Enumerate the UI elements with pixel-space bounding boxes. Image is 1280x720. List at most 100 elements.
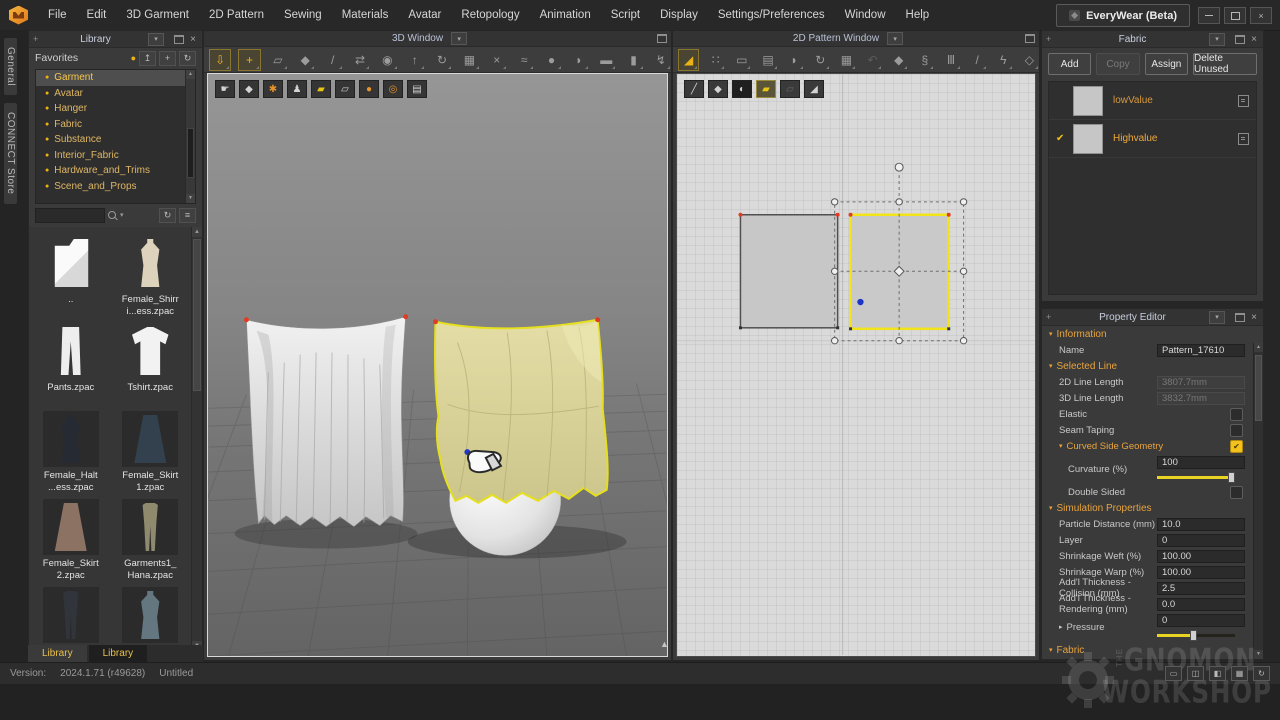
sewing-tool-icon[interactable]: × xyxy=(487,50,507,70)
curved-side-checkbox[interactable]: ✔ xyxy=(1230,440,1243,453)
library-item[interactable]: .. xyxy=(31,235,111,323)
library-search-input[interactable] xyxy=(35,208,105,223)
menu-item[interactable]: Window xyxy=(835,0,896,30)
menu-item[interactable]: Settings/Preferences xyxy=(708,0,835,30)
library-item[interactable]: Garments2 xyxy=(31,587,111,651)
3d-window-menu-icon[interactable]: ▾ xyxy=(451,32,467,45)
info-icon[interactable]: ◐ xyxy=(732,80,752,98)
menu-item[interactable]: Display xyxy=(650,0,708,30)
fabric-action-button[interactable]: Copy xyxy=(1096,53,1139,75)
library-item[interactable]: Pants.zpac xyxy=(31,323,111,411)
menu-item[interactable]: Avatar xyxy=(398,0,451,30)
favorites-item[interactable]: ● Fabric xyxy=(36,117,195,133)
zigzag-icon[interactable]: ϟ xyxy=(994,50,1013,70)
float-window-icon[interactable] xyxy=(1025,34,1035,43)
property-input[interactable]: 0.0 xyxy=(1157,598,1245,611)
2d-window-menu-icon[interactable]: ▾ xyxy=(887,32,903,45)
library-item[interactable]: Female_Skirt 2.zpac xyxy=(31,499,111,587)
property-input[interactable]: 2.5 xyxy=(1157,582,1245,595)
camera-icon[interactable]: ◉ xyxy=(377,50,397,70)
maximize-button[interactable] xyxy=(1224,7,1246,24)
custom-layout-icon[interactable]: ◧ xyxy=(1209,666,1226,681)
grid-icon[interactable]: ▦ xyxy=(837,50,856,70)
pleat-tool-icon[interactable]: ▮ xyxy=(623,50,643,70)
close-panel-icon[interactable]: × xyxy=(188,34,198,45)
menu-item[interactable]: 2D Pattern xyxy=(199,0,274,30)
property-input[interactable]: 0 xyxy=(1157,534,1245,547)
scale-icon[interactable]: ◢ xyxy=(804,80,824,98)
rotate-handle[interactable] xyxy=(895,163,903,171)
minimize-button[interactable] xyxy=(1198,7,1220,24)
avatar-display-icon[interactable]: ♟ xyxy=(287,80,307,98)
panel-menu-icon[interactable]: ▾ xyxy=(1209,33,1225,46)
unfold-icon[interactable]: ↶ xyxy=(863,50,882,70)
scale-display-icon[interactable]: ▤ xyxy=(407,80,427,98)
favorites-item[interactable]: ● Hanger xyxy=(36,101,195,117)
side-tab[interactable]: CONNECT Store xyxy=(4,103,17,203)
fabric-item[interactable]: ✔ Highvalue xyxy=(1049,120,1256,158)
search-icon[interactable] xyxy=(108,211,117,220)
menu-item[interactable]: Help xyxy=(896,0,940,30)
library-item[interactable]: Female_Halt ...ess.zpac xyxy=(31,411,111,499)
simulate-icon[interactable]: ⇩ xyxy=(209,49,231,71)
name-input[interactable]: Pattern_17610 xyxy=(1157,344,1245,357)
fabric-action-button[interactable]: Add xyxy=(1048,53,1091,75)
library-scrollbar[interactable]: ▲ ▼ xyxy=(191,227,202,651)
fabric-item[interactable]: ✔ lowValue xyxy=(1049,82,1256,120)
marquee-select-icon[interactable]: ▱ xyxy=(268,50,288,70)
shirt-icon[interactable]: ◇ xyxy=(1020,50,1039,70)
refresh-icon[interactable]: ↻ xyxy=(179,51,196,66)
gloves-icon[interactable]: ☛ xyxy=(215,80,235,98)
library-item[interactable]: Female_Shirr i...ess.zpac xyxy=(111,235,191,323)
needle-icon[interactable]: ╱ xyxy=(684,80,704,98)
world-display-icon[interactable]: ◎ xyxy=(383,80,403,98)
pleats-icon[interactable]: Ⅲ xyxy=(941,50,960,70)
pin-point[interactable] xyxy=(433,319,438,324)
arrangement-points-icon[interactable]: ▦ xyxy=(459,50,479,70)
scroll-up-icon[interactable]: ▲ xyxy=(186,70,195,79)
favorites-item[interactable]: ● Interior_Fabric xyxy=(36,148,195,164)
reload-library-icon[interactable]: ↻ xyxy=(159,208,176,223)
menu-item[interactable]: Animation xyxy=(530,0,601,30)
yellow-cloth-garment[interactable] xyxy=(433,317,608,503)
fabric-yellow-icon[interactable]: ▰ xyxy=(756,80,776,98)
close-panel-icon[interactable]: × xyxy=(1249,312,1259,323)
press-tool-icon[interactable]: ▬ xyxy=(596,50,616,70)
2d-pattern-scene[interactable] xyxy=(677,74,1035,656)
library-item[interactable]: Garments3 xyxy=(111,587,191,651)
dock-pin-icon[interactable]: + xyxy=(1046,312,1056,322)
reset-arrangement-icon[interactable]: ↻ xyxy=(432,50,452,70)
favorites-scrollbar[interactable]: ▲ ▼ xyxy=(185,70,195,203)
avatar-icon[interactable]: ◗ xyxy=(785,50,804,70)
garment-icon[interactable]: ◆ xyxy=(889,50,908,70)
split-view-icon[interactable]: ◫ xyxy=(1187,666,1204,681)
favorites-item[interactable]: ● Avatar xyxy=(36,86,195,102)
favorites-item[interactable]: ● Garment xyxy=(36,70,195,86)
double-sided-checkbox[interactable] xyxy=(1230,486,1243,499)
reset-layout-icon[interactable]: ↻ xyxy=(1253,666,1270,681)
scroll-thumb[interactable] xyxy=(193,239,201,391)
section-information[interactable]: ▾ Information xyxy=(1042,326,1253,342)
3d-scene[interactable] xyxy=(208,74,667,656)
fabric-action-button[interactable]: Delete Unused xyxy=(1193,53,1257,75)
favorites-item[interactable]: ● Hardware_and_Trims xyxy=(36,163,195,179)
add-favorite-icon[interactable]: + xyxy=(159,51,176,66)
wind-tool-icon[interactable]: ≈ xyxy=(514,50,534,70)
seam-taping-checkbox[interactable] xyxy=(1230,424,1243,437)
library-tab[interactable]: Library xyxy=(89,645,148,662)
side-tab[interactable]: General xyxy=(4,38,17,95)
sphere-tool-icon[interactable]: ● xyxy=(541,50,561,70)
2d-pattern-canvas[interactable]: ╱ ◆ ◐ ▰ ▱ xyxy=(676,73,1036,657)
select-garment-icon[interactable]: ◆ xyxy=(295,50,315,70)
head-display-icon[interactable]: ● xyxy=(359,80,379,98)
quad-view-icon[interactable]: ▦ xyxy=(1231,666,1248,681)
scroll-down-icon[interactable]: ▼ xyxy=(1254,650,1263,659)
menu-item[interactable]: Sewing xyxy=(274,0,332,30)
3d-viewport[interactable]: ☛ ◆ ✱ ♟ ▰ xyxy=(207,73,668,657)
curved-side-label[interactable]: Curved Side Geometry xyxy=(1067,441,1230,452)
pattern-piece-left[interactable] xyxy=(738,213,839,330)
selected-point[interactable] xyxy=(857,299,863,305)
avatar-tool-icon[interactable]: ◗ xyxy=(569,50,589,70)
scroll-down-icon[interactable]: ▼ xyxy=(186,194,195,203)
fold-arrangement-icon[interactable]: ⇄ xyxy=(350,50,370,70)
